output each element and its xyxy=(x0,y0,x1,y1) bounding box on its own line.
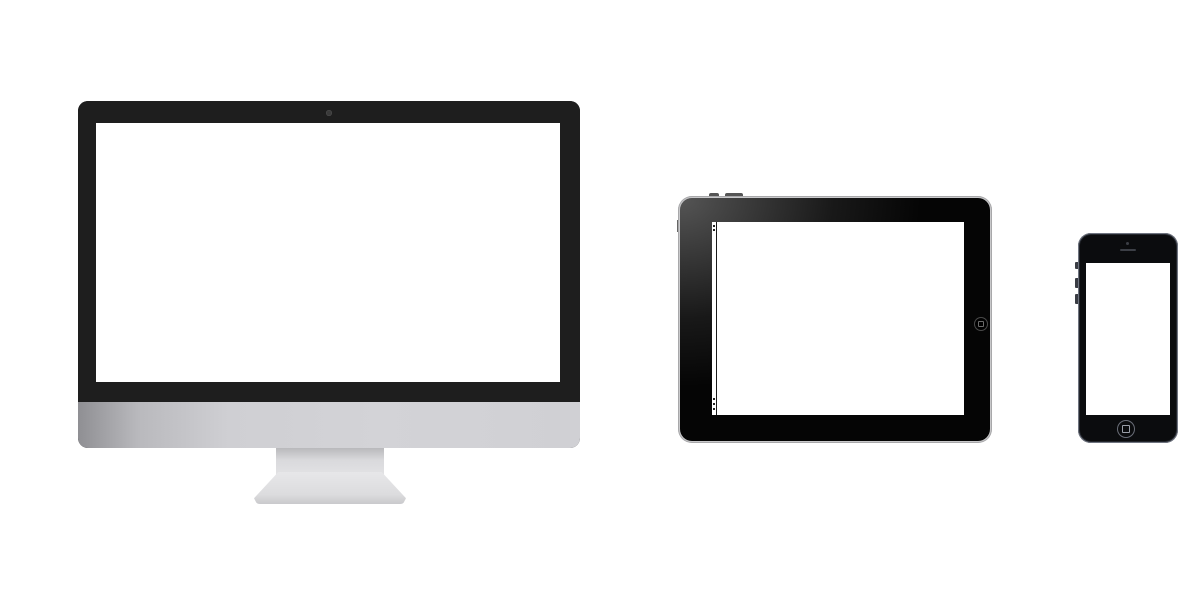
phone-home-button[interactable] xyxy=(1118,421,1134,437)
status-battery-icon xyxy=(713,403,715,405)
device-mockup-stage xyxy=(0,0,1200,611)
phone-screen xyxy=(1086,263,1170,415)
monitor-chin xyxy=(78,402,580,448)
phone-body xyxy=(1078,233,1178,443)
monitor-head xyxy=(78,101,580,448)
monitor-foot xyxy=(254,472,406,504)
status-signal-icon xyxy=(713,225,715,227)
status-charge-icon xyxy=(713,408,715,410)
tablet-face xyxy=(680,198,990,441)
phone-device xyxy=(1075,232,1179,444)
phone-face xyxy=(1080,235,1176,441)
tablet-home-button[interactable] xyxy=(975,318,987,330)
monitor-stand xyxy=(254,448,406,504)
tablet-status-bar xyxy=(712,222,717,415)
phone-speaker xyxy=(1120,249,1136,251)
monitor-camera-icon xyxy=(326,110,332,116)
status-time-icon xyxy=(713,398,715,400)
desktop-monitor xyxy=(78,101,580,505)
monitor-screen xyxy=(96,123,560,382)
monitor-bezel xyxy=(78,101,580,402)
status-wifi-icon xyxy=(713,229,715,231)
tablet-device xyxy=(677,193,993,444)
tablet-body xyxy=(678,196,992,443)
phone-camera-icon xyxy=(1126,242,1129,245)
tablet-screen xyxy=(712,222,964,415)
